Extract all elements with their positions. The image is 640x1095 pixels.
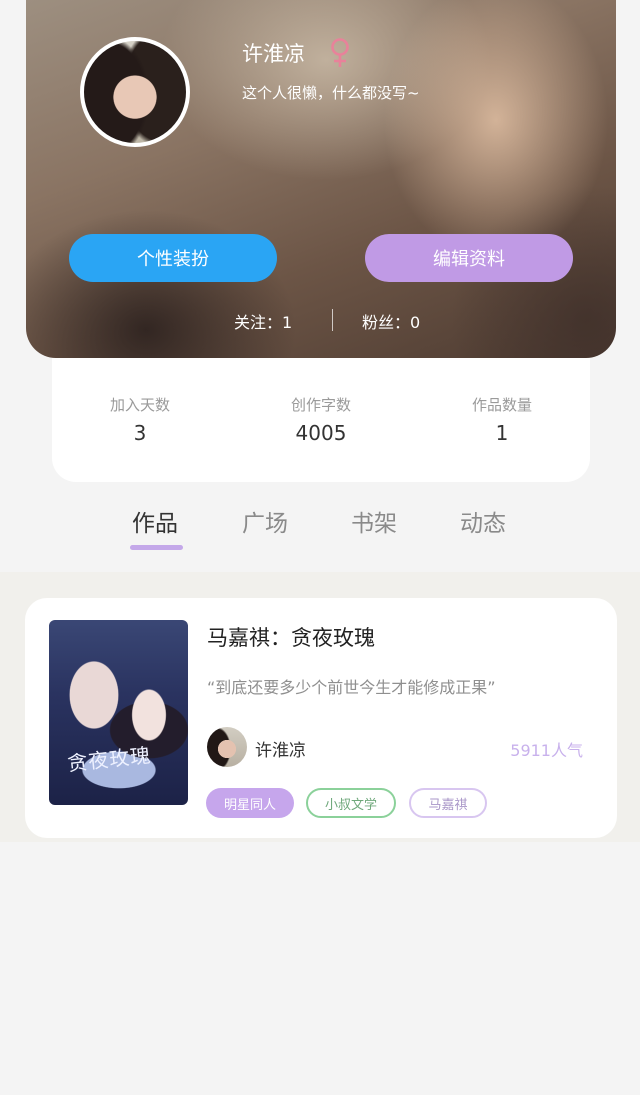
fans-count: 0	[410, 313, 421, 332]
following-count: 1	[282, 313, 293, 332]
tab-bookshelf[interactable]: 书架	[351, 504, 397, 538]
edit-profile-button[interactable]: 编辑资料	[365, 234, 573, 282]
female-icon	[331, 38, 349, 67]
work-card[interactable]: 贪夜玫瑰 马嘉祺：贪夜玫瑰 “到底还要多少个前世今生才能修成正果” 许淮凉 59…	[25, 598, 617, 838]
tab-bar: 作品 广场 书架 动态	[0, 500, 640, 570]
stat-join-days: 加入天数 3	[70, 394, 210, 445]
stat-value: 4005	[295, 421, 347, 445]
follow-divider	[332, 309, 333, 331]
follow-stats: 关注：1 粉丝：0	[26, 309, 616, 333]
tab-square[interactable]: 广场	[242, 504, 288, 538]
stat-word-count: 创作字数 4005	[251, 394, 391, 445]
stat-label: 创作字数	[290, 396, 351, 414]
stat-label: 作品数量	[471, 396, 532, 414]
work-title[interactable]: 马嘉祺：贪夜玫瑰	[207, 622, 375, 652]
fans-label: 粉丝：	[362, 313, 411, 332]
user-signature: 这个人很懒，什么都没写~	[242, 84, 420, 102]
personal-dress-up-button[interactable]: 个性装扮	[69, 234, 277, 282]
stat-work-count: 作品数量 1	[432, 394, 572, 445]
fans-link[interactable]: 粉丝：0	[362, 309, 420, 333]
user-avatar[interactable]	[80, 37, 190, 147]
tab-activity[interactable]: 动态	[460, 504, 506, 538]
author-avatar[interactable]	[207, 727, 247, 767]
stat-value: 3	[133, 421, 147, 445]
following-label: 关注：	[234, 313, 283, 332]
active-tab-indicator	[130, 545, 183, 550]
work-quote: “到底还要多少个前世今生才能修成正果”	[207, 678, 496, 697]
book-cover[interactable]: 贪夜玫瑰	[49, 620, 188, 805]
cover-title: 贪夜玫瑰	[66, 743, 153, 776]
profile-page: 许淮凉 这个人很懒，什么都没写~ 个性装扮 编辑资料 关注：1 粉丝：0 加入天…	[0, 0, 640, 1095]
stats-card: 加入天数 3 创作字数 4005 作品数量 1	[52, 358, 590, 482]
popularity-count: 5911人气	[510, 741, 583, 760]
username: 许淮凉	[242, 42, 305, 66]
stat-label: 加入天数	[109, 396, 170, 414]
author-name[interactable]: 许淮凉	[255, 736, 306, 761]
tag-ma-jiaqi[interactable]: 马嘉祺	[409, 788, 487, 818]
following-link[interactable]: 关注：1	[234, 309, 292, 333]
tab-works[interactable]: 作品	[132, 504, 178, 538]
tag-uncle-literature[interactable]: 小叔文学	[306, 788, 396, 818]
profile-header: 许淮凉 这个人很懒，什么都没写~ 个性装扮 编辑资料 关注：1 粉丝：0	[26, 0, 616, 358]
tag-celebrity-fanfic[interactable]: 明星同人	[206, 788, 294, 818]
stat-value: 1	[495, 421, 509, 445]
